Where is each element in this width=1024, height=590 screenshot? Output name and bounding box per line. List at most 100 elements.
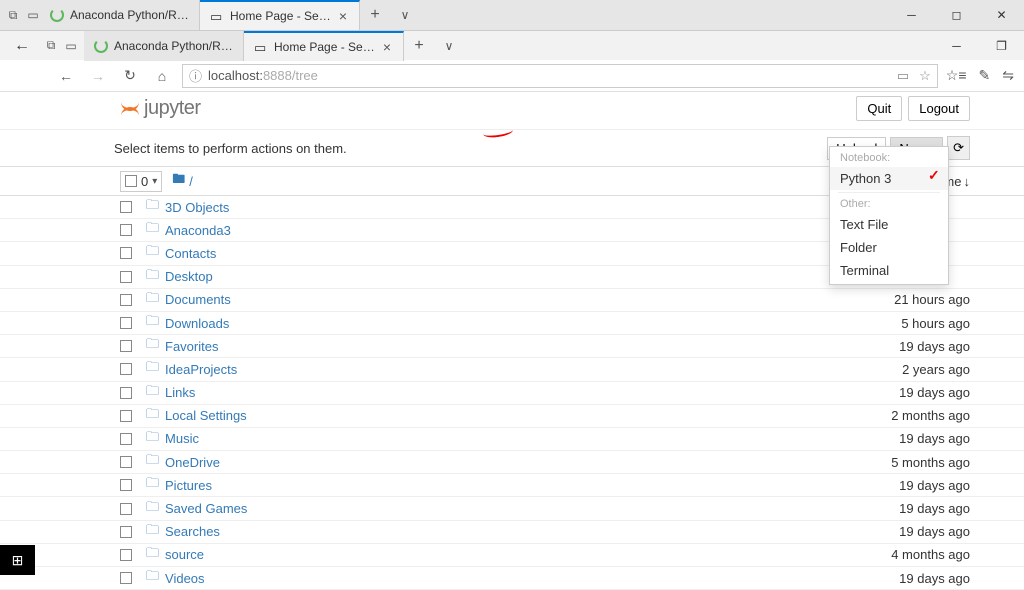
secondary-tab-row: ← ⧉ ▭ Anaconda Python/R Distribu ▭ Home … (0, 30, 1024, 60)
file-row: 🗀 Searches 19 days ago (0, 521, 1024, 544)
file-link[interactable]: 🗀source (146, 544, 204, 566)
jupyter-logo-text: jupyter (144, 97, 201, 120)
minimize-button[interactable]: ─ (934, 31, 979, 61)
file-name: IdeaProjects (165, 362, 237, 377)
browser-tab-jupyter[interactable]: ▭ Home Page - Select or c × (200, 0, 360, 30)
jupyter-logo[interactable]: jupyter (120, 97, 201, 120)
checkbox-icon[interactable] (120, 363, 132, 375)
share-icon[interactable]: ⇋ (1002, 67, 1014, 84)
file-link[interactable]: 🗀IdeaProjects (146, 358, 237, 380)
file-name: 3D Objects (165, 200, 229, 215)
file-row: 🗀Documents21 hours ago (0, 289, 1024, 312)
folder-icon: 🗀 (146, 266, 159, 288)
windows-start[interactable]: ⊞ (0, 545, 35, 575)
file-link[interactable]: 🗀Saved Games (146, 498, 247, 520)
tab-actions-icon[interactable]: ⧉ (44, 39, 58, 53)
checkbox-icon[interactable] (120, 526, 132, 538)
restore-button[interactable]: ❐ (979, 31, 1024, 61)
file-modified: 19 days ago (899, 431, 970, 446)
refresh-button[interactable]: ↻ (118, 64, 142, 88)
file-name: Searches (165, 524, 220, 539)
home-button[interactable]: ⌂ (150, 64, 174, 88)
checkbox-icon[interactable] (120, 317, 132, 329)
browser-tab-anaconda[interactable]: Anaconda Python/R Distribu (40, 0, 200, 30)
info-icon[interactable]: ⓘ (189, 66, 202, 85)
tab-preview-icon[interactable]: ▭ (26, 8, 40, 22)
close-icon[interactable]: × (381, 39, 393, 55)
checkbox-icon[interactable] (120, 479, 132, 491)
select-count: 0 (141, 174, 148, 189)
tab-title: Home Page - Select or c (274, 40, 375, 54)
checkbox-icon[interactable] (120, 433, 132, 445)
checkbox-icon[interactable] (120, 572, 132, 584)
checkbox-icon[interactable] (120, 224, 132, 236)
tab-actions-icon[interactable]: ⧉ (6, 8, 20, 22)
reading-view-icon[interactable]: ▭ (897, 68, 909, 84)
checkbox-icon[interactable] (120, 410, 132, 422)
file-link[interactable]: 🗀OneDrive (146, 451, 220, 473)
tab-menu-button[interactable]: ∨ (390, 0, 420, 30)
secondary-tab-anaconda[interactable]: Anaconda Python/R Distribu (84, 31, 244, 61)
file-link[interactable]: 🗀Documents (146, 289, 231, 311)
close-button[interactable]: ✕ (979, 0, 1024, 30)
file-link[interactable]: 🗀Downloads (146, 312, 229, 334)
checkbox-icon[interactable] (120, 201, 132, 213)
favorite-icon[interactable]: ☆ (919, 68, 931, 84)
checkbox-icon[interactable] (120, 503, 132, 515)
file-modified: 19 days ago (899, 478, 970, 493)
checkbox-icon[interactable] (125, 175, 137, 187)
secondary-tab-jupyter[interactable]: ▭ Home Page - Select or c × (244, 31, 404, 61)
folder-icon: 🗀 (146, 242, 159, 264)
checkbox-icon[interactable] (120, 340, 132, 352)
dropdown-item-textfile[interactable]: Text File (830, 213, 948, 236)
file-row: 🗀Pictures 19 days ago (0, 474, 1024, 497)
file-link[interactable]: 🗀Favorites (146, 335, 218, 357)
favorites-icon[interactable]: ☆≡ (946, 67, 967, 84)
folder-icon: 🗀 (146, 498, 159, 520)
close-icon[interactable]: × (337, 8, 349, 24)
file-modified: 4 months ago (891, 547, 970, 562)
file-link[interactable]: 🗀Desktop (146, 266, 213, 288)
tab-menu-button[interactable]: ∨ (434, 31, 464, 61)
forward-button[interactable]: → (86, 64, 110, 88)
notes-icon[interactable]: ✎ (979, 67, 991, 84)
checkbox-icon[interactable] (120, 456, 132, 468)
file-link[interactable]: 🗀3D Objects (146, 196, 229, 218)
file-link[interactable]: 🗀Music (146, 428, 199, 450)
folder-icon: 🗀 (146, 521, 159, 543)
caret-down-icon[interactable]: ▾ (152, 176, 157, 187)
new-tab-button[interactable]: + (360, 0, 390, 30)
back-arrow-icon[interactable]: ← (6, 37, 38, 55)
checkbox-icon[interactable] (120, 294, 132, 306)
address-input[interactable]: ⓘ localhost:8888/tree ▭ ☆ (182, 64, 938, 88)
refresh-list-button[interactable]: ⟳ (947, 136, 970, 160)
checkbox-icon[interactable] (120, 549, 132, 561)
file-link[interactable]: 🗀Anaconda3 (146, 219, 231, 241)
tab-preview-icon[interactable]: ▭ (64, 39, 78, 53)
checkbox-icon[interactable] (120, 387, 132, 399)
file-name: Anaconda3 (165, 223, 231, 238)
back-button[interactable]: ← (54, 64, 78, 88)
new-tab-button[interactable]: + (404, 31, 434, 61)
file-name: Local Settings (165, 408, 247, 423)
checkbox-icon[interactable] (120, 271, 132, 283)
dropdown-item-terminal[interactable]: Terminal (830, 259, 948, 282)
logout-button[interactable]: Logout (908, 96, 970, 121)
file-row: 🗀source 4 months ago (0, 544, 1024, 567)
dropdown-item-python3[interactable]: Python 3 (830, 167, 948, 190)
checkbox-icon[interactable] (120, 247, 132, 259)
quit-button[interactable]: Quit (856, 96, 902, 121)
minimize-button[interactable]: ─ (889, 0, 934, 30)
maximize-button[interactable]: ◻ (934, 0, 979, 30)
dropdown-item-folder[interactable]: Folder (830, 236, 948, 259)
file-name: source (165, 547, 204, 562)
file-link[interactable]: 🗀 Searches (146, 521, 220, 543)
file-modified: 19 days ago (899, 524, 970, 539)
file-link[interactable]: 🗀Videos (146, 567, 205, 589)
file-link[interactable]: 🗀Pictures (146, 474, 212, 496)
select-all-group[interactable]: 0 ▾ (120, 171, 162, 192)
breadcrumb[interactable]: 🖿 / (172, 170, 193, 192)
file-link[interactable]: 🗀Contacts (146, 242, 216, 264)
file-link[interactable]: 🗀Local Settings (146, 405, 247, 427)
file-link[interactable]: 🗀Links (146, 382, 195, 404)
